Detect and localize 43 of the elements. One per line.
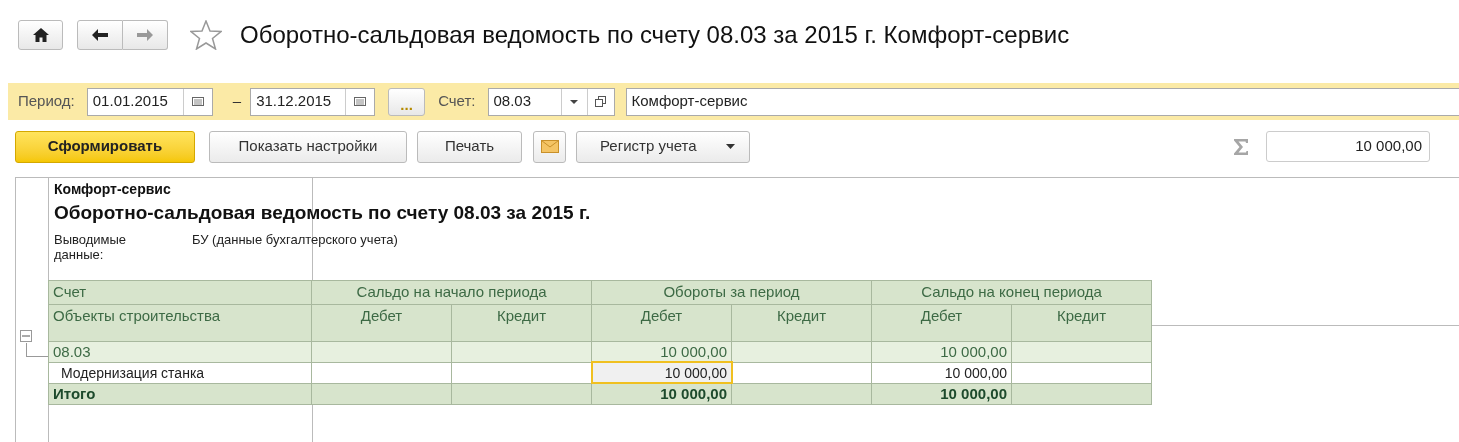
account-label: Счет: bbox=[438, 91, 476, 112]
amount-cell[interactable]: 10 000,00 bbox=[591, 362, 732, 383]
output-data-value: БУ (данные бухгалтерского учета) bbox=[192, 232, 398, 249]
favorite-star-icon[interactable] bbox=[190, 20, 222, 50]
date-from-field[interactable]: 01.01.2015 bbox=[86, 87, 213, 116]
forward-arrow-icon bbox=[137, 29, 153, 41]
column-header: Кредит bbox=[451, 304, 592, 341]
report-title: Оборотно-сальдовая ведомость по счету 08.03 за 2015 г. bbox=[54, 201, 592, 225]
organization-field[interactable]: Комфорт-сервис bbox=[625, 87, 1459, 116]
sum-field: 10 000,00 bbox=[1266, 131, 1430, 162]
column-header: Дебет bbox=[311, 304, 452, 341]
column-header: Обороты за период bbox=[591, 280, 872, 304]
date-to-field[interactable]: 31.12.2015 bbox=[250, 87, 376, 116]
column-header: Кредит bbox=[1011, 304, 1152, 341]
column-header: Объекты строительства bbox=[48, 304, 312, 341]
column-header: Счет bbox=[48, 280, 312, 304]
window-title: Оборотно-сальдовая ведомость по счету 08.03 за 2015 г. Комфорт-сервис bbox=[240, 20, 1070, 50]
caret-icon bbox=[726, 144, 735, 149]
account-field[interactable]: 08.03 bbox=[487, 87, 615, 116]
envelope-icon bbox=[540, 140, 559, 153]
column-header: Дебет bbox=[871, 304, 1012, 341]
row-label[interactable]: Итого bbox=[48, 383, 312, 404]
column-header: Кредит bbox=[731, 304, 872, 341]
show-settings-button[interactable]: Показать настройки bbox=[209, 130, 407, 163]
report-organization: Комфорт-сервис bbox=[54, 180, 172, 198]
home-icon bbox=[32, 28, 49, 42]
back-arrow-icon bbox=[92, 29, 108, 41]
account-register-button[interactable]: Регистр учета bbox=[576, 130, 750, 163]
print-button[interactable]: Печать bbox=[417, 130, 522, 163]
sum-icon bbox=[1233, 137, 1249, 156]
column-header: Дебет bbox=[591, 304, 732, 341]
collapse-icon[interactable] bbox=[20, 330, 32, 342]
output-data-label: Выводимые данные: bbox=[54, 232, 128, 264]
back-button[interactable] bbox=[77, 20, 123, 50]
date-range-dash: – bbox=[232, 91, 242, 112]
period-label: Период: bbox=[18, 91, 75, 112]
row-label[interactable]: Модернизация станка bbox=[48, 362, 312, 383]
generate-button[interactable]: Сформировать bbox=[15, 130, 195, 163]
column-header: Сальдо на начало периода bbox=[311, 280, 592, 304]
column-header: Сальдо на конец периода bbox=[871, 280, 1152, 304]
row-label[interactable]: 08.03 bbox=[48, 341, 312, 362]
send-email-button[interactable] bbox=[533, 130, 566, 163]
home-button[interactable] bbox=[18, 20, 63, 50]
